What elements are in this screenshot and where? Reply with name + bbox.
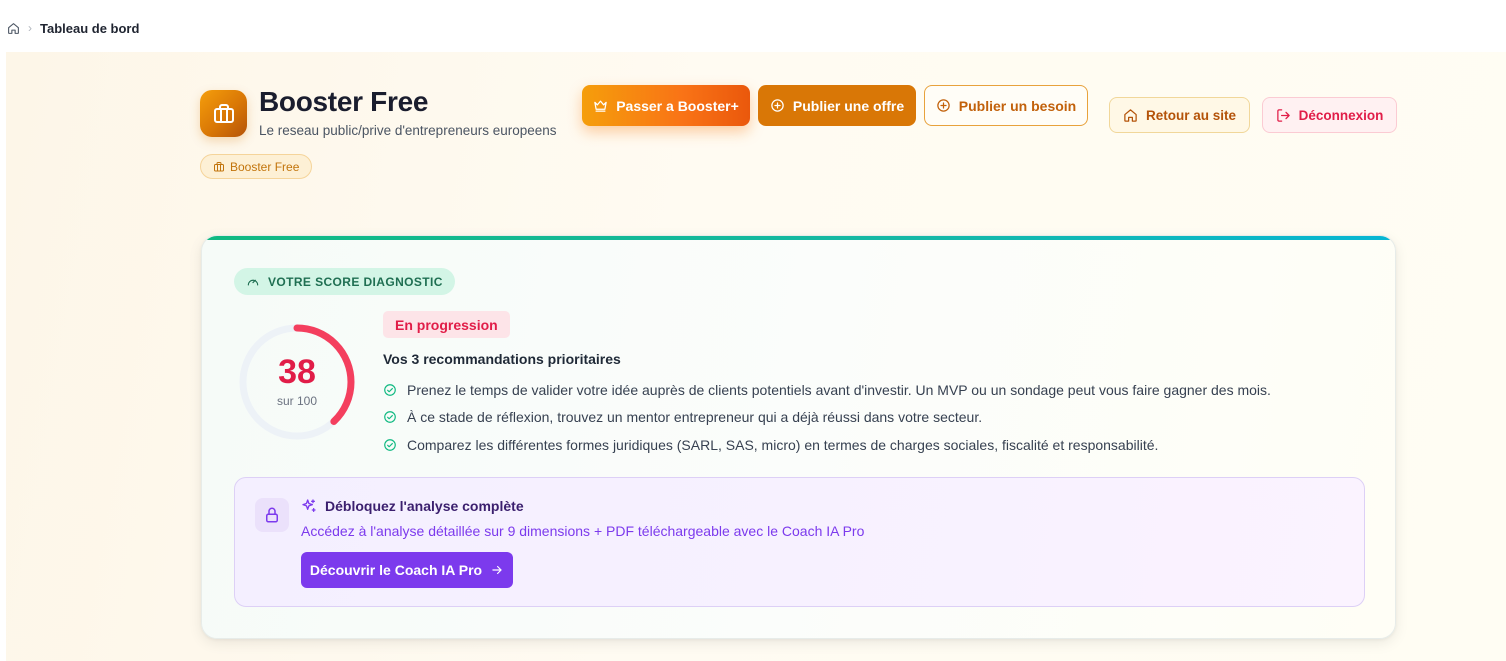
check-circle-icon <box>384 411 396 424</box>
upsell-panel: Débloquez l'analyse complète Accédez à l… <box>234 477 1365 607</box>
briefcase-icon <box>200 90 247 137</box>
upsell-title-text: Débloquez l'analyse complète <box>325 498 524 514</box>
crown-icon <box>594 100 607 112</box>
breadcrumb-separator-icon: › <box>28 21 32 35</box>
list-item: Prenez le temps de valider votre idée au… <box>383 376 1271 404</box>
check-circle-icon <box>384 438 396 451</box>
logout-label: Déconnexion <box>1298 107 1384 123</box>
plus-circle-icon <box>937 99 950 112</box>
upgrade-button[interactable]: Passer a Booster+ <box>582 85 750 126</box>
breadcrumb-current: Tableau de bord <box>40 20 140 36</box>
list-item: Comparez les différentes formes juridiqu… <box>383 431 1271 459</box>
recommendations-list: Prenez le temps de valider votre idée au… <box>383 376 1271 459</box>
score-section-label-text: VOTRE SCORE DIAGNOSTIC <box>268 274 443 289</box>
upsell-description: Accédez à l'analyse détaillée sur 9 dime… <box>301 523 865 539</box>
publish-offer-label: Publier une offre <box>792 97 905 114</box>
plan-badge: Booster Free <box>200 154 313 179</box>
score-max-label: sur 100 <box>276 394 318 408</box>
discover-coach-button[interactable]: Découvrir le Coach IA Pro <box>301 552 513 588</box>
home-icon <box>1124 108 1137 122</box>
score-gauge: 38 sur 100 <box>236 321 358 443</box>
status-badge: En progression <box>383 311 510 338</box>
publish-need-label: Publier un besoin <box>958 97 1077 114</box>
recommendation-text: Comparez les différentes formes juridiqu… <box>407 436 1159 453</box>
list-item: À ce stade de réflexion, trouvez un ment… <box>383 404 1271 432</box>
back-to-site-button[interactable]: Retour au site <box>1109 97 1250 133</box>
score-section-label: VOTRE SCORE DIAGNOSTIC <box>234 268 455 295</box>
briefcase-small-icon <box>214 161 224 171</box>
upsell-title: Débloquez l'analyse complète <box>301 498 524 514</box>
home-icon[interactable] <box>7 22 20 35</box>
page-title: Booster Free <box>259 86 429 117</box>
logout-button[interactable]: Déconnexion <box>1262 97 1397 133</box>
arrow-right-icon <box>492 565 502 575</box>
discover-coach-label: Découvrir le Coach IA Pro <box>309 562 483 578</box>
plan-badge-label: Booster Free <box>230 159 300 174</box>
card-accent-bar <box>202 236 1395 240</box>
score-value: 38 <box>278 353 316 391</box>
plus-circle-icon <box>771 99 784 112</box>
recommendations-title: Vos 3 recommandations prioritaires <box>383 351 621 367</box>
breadcrumb: › Tableau de bord <box>7 18 139 38</box>
page-subtitle: Le reseau public/prive d'entrepreneurs e… <box>259 123 557 138</box>
publish-offer-button[interactable]: Publier une offre <box>758 85 916 126</box>
sparkles-icon <box>302 499 316 512</box>
logout-icon <box>1276 108 1290 122</box>
upgrade-button-label: Passer a Booster+ <box>616 97 739 114</box>
back-to-site-label: Retour au site <box>1145 107 1237 123</box>
recommendation-text: Prenez le temps de valider votre idée au… <box>407 381 1271 398</box>
lock-icon <box>255 498 289 532</box>
check-circle-icon <box>384 383 396 396</box>
publish-need-button[interactable]: Publier un besoin <box>924 85 1088 126</box>
gauge-icon <box>247 279 259 285</box>
recommendation-text: À ce stade de réflexion, trouvez un ment… <box>407 409 983 426</box>
diagnostic-card: VOTRE SCORE DIAGNOSTIC 38 sur 100 En pro… <box>201 235 1396 639</box>
